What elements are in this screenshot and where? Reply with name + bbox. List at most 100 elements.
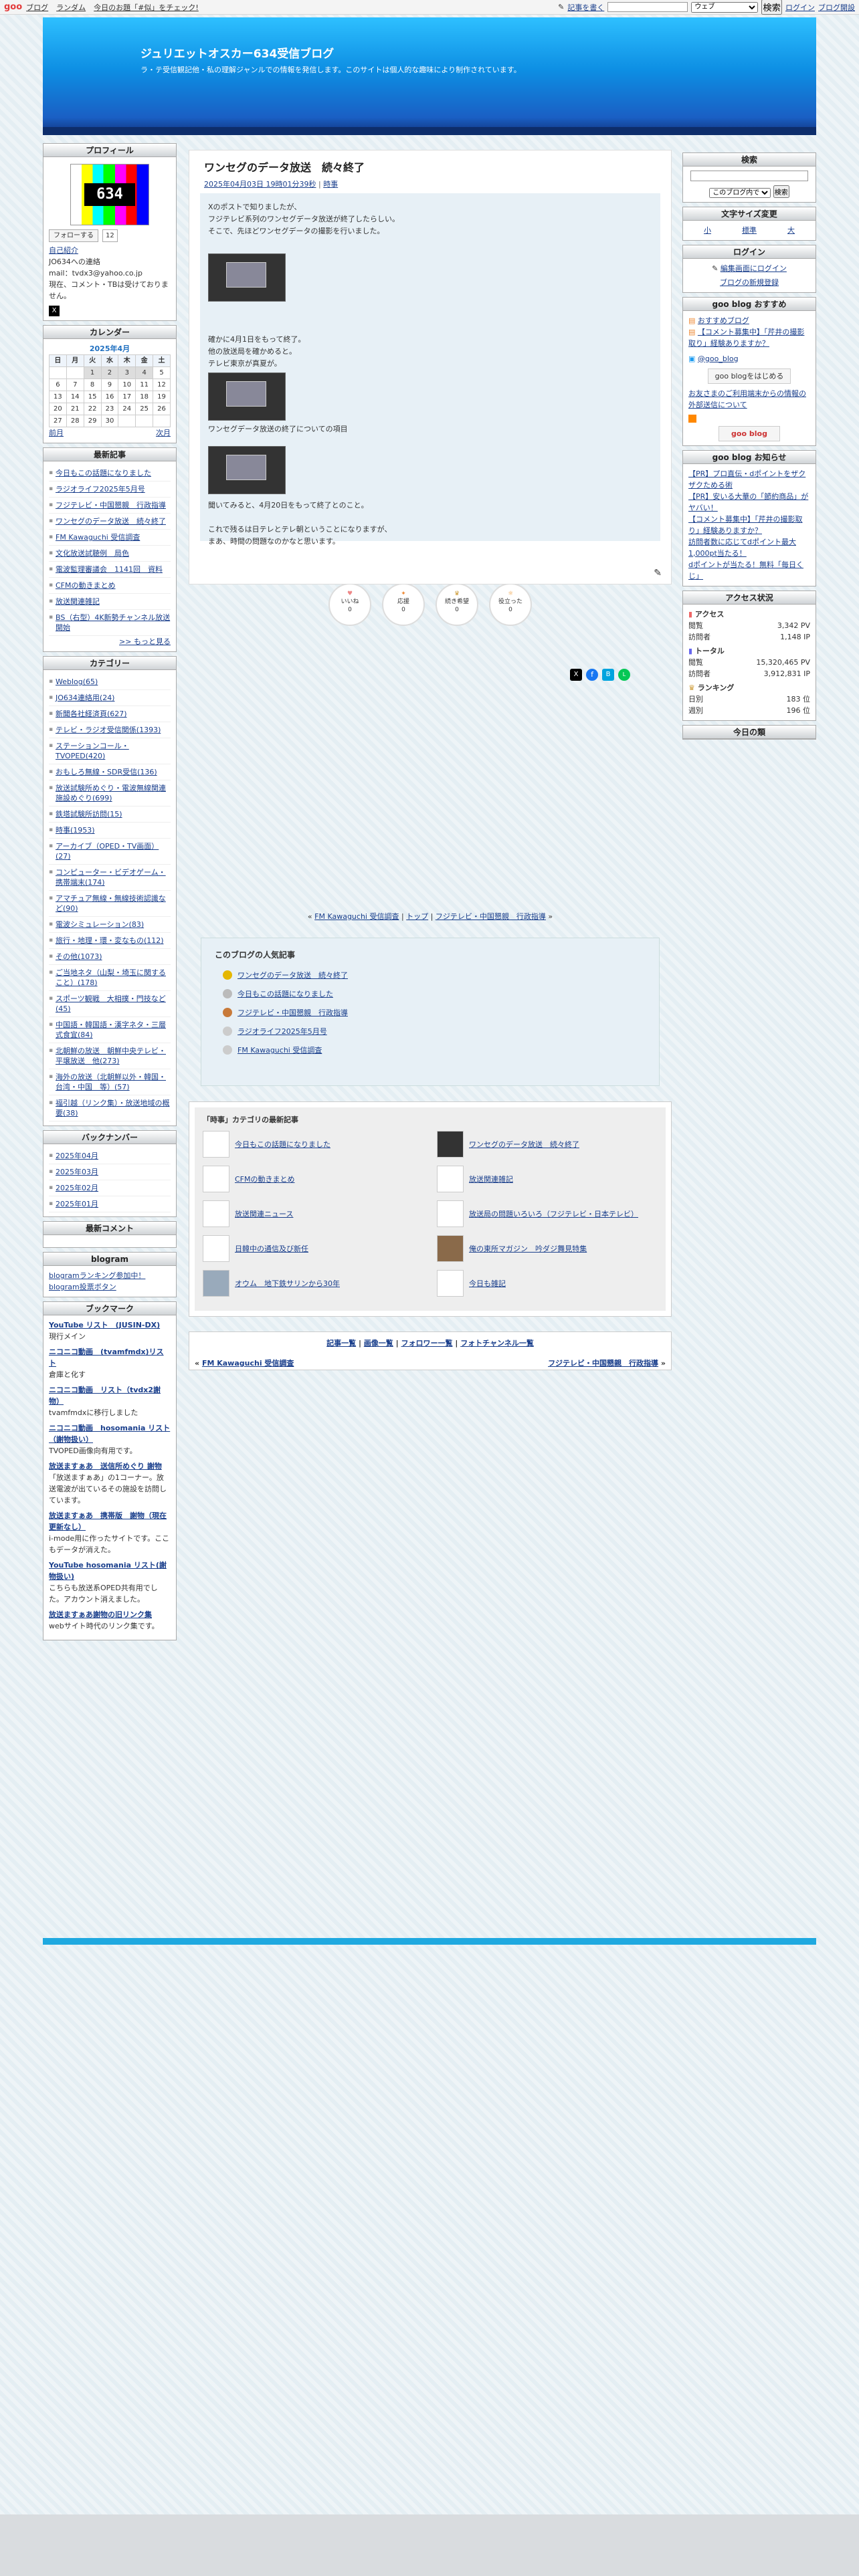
list-item: 2025年02月 (49, 1180, 171, 1196)
edit-pencil-icon[interactable]: ✎ (654, 568, 662, 578)
article-thumb-icon (203, 1166, 229, 1192)
popular-box: このブログの人気記事 ワンセグのデータ放送 続々終了 今日もこの話題になりました… (201, 938, 660, 1086)
pager-prev-link[interactable]: FM Kawaguchi 受信調査 (314, 912, 399, 921)
write-article-link[interactable]: 記事を書く (567, 2, 604, 13)
list-item: コンピューター・ビデオゲーム・携帯端末(174) (49, 865, 171, 891)
entry-photo[interactable] (208, 372, 286, 421)
nav-article-list[interactable]: 記事一覧 (326, 1339, 356, 1348)
pager-top-link[interactable]: トップ (406, 912, 428, 921)
blog-search-input[interactable] (690, 171, 808, 181)
bottom-prev-link[interactable]: FM Kawaguchi 受信調査 (202, 1359, 294, 1368)
blog-title[interactable]: ジュリエットオスカー634受信ブログ (140, 44, 334, 61)
article-thumb-icon (437, 1235, 464, 1262)
top-login-link[interactable]: ログイン (785, 2, 815, 13)
profile-avatar: 634 (70, 164, 149, 225)
bottom-next-link[interactable]: フジテレビ・中国懇親 行政指導 (548, 1359, 658, 1368)
entry-category[interactable]: 時事 (323, 180, 338, 189)
notice-heading: goo blog お知らせ (683, 450, 816, 464)
list-item: フジテレビ・中国懇親 行政指導 (49, 498, 171, 514)
fontsize-small-link[interactable]: 小 (704, 225, 711, 236)
list-item: FM Kawaguchi 受信調査 (49, 530, 171, 546)
category-box: カテゴリー Weblog(65) JO634連絡用(24) 新聞各社経済頁(62… (43, 656, 177, 1126)
bookmark-link[interactable]: YouTube リスト (JUSIN-DX) (49, 1321, 160, 1329)
list-item: 2025年04月 (49, 1148, 171, 1164)
list-item: FM Kawaguchi 受信調査 (215, 1041, 646, 1059)
bookmark-link[interactable]: ニコニコ動画 (tvamfmdx)リスト (49, 1348, 164, 1368)
goo-recommend-heading: goo blog おすすめ (683, 297, 816, 311)
latest-more-link[interactable]: >> もっと見る (49, 636, 171, 647)
reaction-buttons: ♥ いいね 0 ✦ 応援 0 ♛ 続き希望 0 ☼ 役立った 0 (189, 583, 672, 626)
self-intro-link[interactable]: 自己紹介 (49, 245, 171, 256)
top-search-button[interactable]: 検索 (761, 0, 782, 15)
list-item: アマチュア無線・無線技術認識など(90) (49, 891, 171, 917)
goo-blog-logo[interactable]: goo blog (719, 425, 780, 441)
calendar-prev-link[interactable]: 前月 (49, 427, 64, 439)
twitter-icon: ▣ (688, 354, 696, 363)
list-item: 放送試験所めぐり・電波無線関連施設めぐり(699) (49, 780, 171, 807)
search-box: 検索 このブログ内で 検索 (682, 152, 816, 203)
reaction-more-button[interactable]: ♛ 続き希望 0 (436, 583, 478, 626)
follow-button[interactable]: フォローする (49, 229, 98, 242)
bookmark-desc: 現行メイン (49, 1332, 86, 1341)
list-item: テレビ・ラジオ受信関係(1393) (49, 722, 171, 738)
top-search-input[interactable] (607, 2, 688, 12)
list-item: アーカイブ（OPED・TV画面）(27) (49, 839, 171, 865)
nav-photo-channel-list[interactable]: フォトチャンネル一覧 (460, 1339, 534, 1348)
list-item: 2025年03月 (49, 1164, 171, 1180)
hatena-share-icon[interactable]: B (602, 669, 614, 681)
entry-body: Xのポストで知りましたが、 フジテレビ系列のワンセグデータ放送が終了したらしい。… (200, 193, 660, 546)
start-blog-button[interactable]: goo blogをはじめる (707, 368, 791, 384)
bookmark-link[interactable]: 放送ますぁあ謝物の旧リンク集 (49, 1610, 152, 1619)
blog-description: ラ・テ受信観記他・私の理解ジャンルでの情報を発信します。このサイトは個人的な趣味… (140, 66, 521, 74)
edit-login-link[interactable]: 編集画面にログイン (721, 264, 787, 273)
top-link-random[interactable]: ランダム (56, 2, 86, 13)
nav-follower-list[interactable]: フォロワー一覧 (401, 1339, 453, 1348)
reaction-useful-button[interactable]: ☼ 役立った 0 (489, 583, 532, 626)
recent-heading: 「時事」カテゴリの最新記事 (203, 1115, 298, 1124)
fontsize-normal-link[interactable]: 標準 (742, 225, 757, 236)
article-thumb-icon (437, 1131, 464, 1158)
bookmark-link[interactable]: YouTube hosomania リスト(謝物扱い) (49, 1561, 167, 1581)
top-blog-open-link[interactable]: ブログ開設 (818, 2, 855, 13)
access-heading: アクセス状況 (683, 591, 816, 605)
article-thumb-icon (203, 1235, 229, 1262)
goo-logo[interactable]: goo (4, 2, 22, 12)
x-icon[interactable]: X (49, 306, 60, 316)
calendar-next-link[interactable]: 次月 (156, 427, 171, 439)
calendar-heading: カレンダー (43, 326, 176, 339)
bookmark-link[interactable]: ニコニコ動画 リスト（tvdx2謝物） (49, 1386, 161, 1406)
profile-box: プロフィール 634 フォローする 12 自己紹介 JO634への連絡 mail… (43, 143, 177, 321)
blog-search-scope[interactable]: このブログ内で (709, 187, 771, 198)
rank-icon (223, 1045, 232, 1055)
article-thumb-icon (437, 1270, 464, 1297)
x-share-icon[interactable]: X (570, 669, 582, 681)
top-link-topic[interactable]: 今日のお題「#似」をチェック! (94, 2, 199, 13)
entry-photo[interactable] (208, 253, 286, 302)
reaction-cheer-button[interactable]: ✦ 応援 0 (382, 583, 425, 626)
bookmark-link[interactable]: 放送ますぁあ 携帯版 謝物（現在更新なし） (49, 1511, 167, 1531)
blogram-vote-button[interactable]: blogram投票ボタン (49, 1283, 116, 1291)
nav-image-list[interactable]: 画像一覧 (364, 1339, 393, 1348)
rss-icon[interactable] (688, 414, 696, 423)
bookmark-link[interactable]: 放送ますぁあ 送信所めぐり 謝物 (49, 1462, 162, 1471)
blogram-link[interactable]: blogramランキング参加中！ (49, 1271, 145, 1280)
new-blog-link[interactable]: ブログの新規登録 (720, 278, 779, 287)
facebook-share-icon[interactable]: f (586, 669, 598, 681)
entry-photo[interactable] (208, 446, 286, 494)
comment-icon: ▤ (688, 327, 696, 336)
blog-search-button[interactable]: 検索 (773, 185, 789, 198)
top-search-scope[interactable]: ウェブ (691, 1, 759, 13)
bookmark-link[interactable]: ニコニコ動画 hosomania リスト（謝物扱い） (49, 1424, 170, 1444)
reaction-like-button[interactable]: ♥ いいね 0 (328, 583, 371, 626)
list-item: 放送局の問題いろいろ（フジテレビ・日本テレビ） (437, 1198, 658, 1229)
list-item: 中国語・韓国語・漢字ネタ・三層式食宜(84) (49, 1017, 171, 1043)
list-item: 北朝鮮の放送 朝鮮中央テレビ・平壌放送 他(273) (49, 1043, 171, 1069)
fontsize-large-link[interactable]: 大 (787, 225, 795, 236)
line-share-icon[interactable]: L (618, 669, 630, 681)
top-link-blog[interactable]: ブログ (26, 2, 48, 13)
login-box: ログイン ✎ 編集画面にログイン ブログの新規登録 (682, 244, 816, 293)
entry-date: 2025年04月03日 19時01分39秒 | 時事 (204, 180, 339, 189)
entry-title[interactable]: ワンセグのデータ放送 続々終了 (204, 158, 660, 175)
pager-next-link[interactable]: フジテレビ・中国懇親 行政指導 (436, 912, 546, 921)
article-thumb-icon (437, 1166, 464, 1192)
